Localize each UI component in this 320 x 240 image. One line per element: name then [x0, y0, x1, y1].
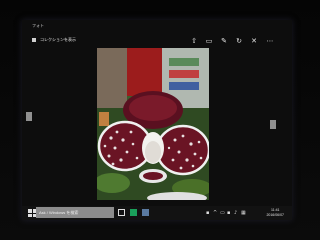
clock[interactable]: 11:41 2016/06/07: [266, 208, 284, 217]
edit-icon[interactable]: ✎: [220, 37, 228, 45]
title-bar: フォト: [22, 20, 292, 34]
volume-icon[interactable]: ♪: [234, 210, 237, 216]
task-view-icon[interactable]: [118, 209, 125, 216]
collection-icon: [32, 38, 36, 42]
search-placeholder: Ask / Windows を検索: [39, 210, 79, 215]
previous-photo-arrow[interactable]: [26, 112, 32, 121]
windows-start-icon[interactable]: [28, 209, 36, 217]
next-photo-arrow[interactable]: [270, 120, 276, 129]
network-icon[interactable]: ▪: [227, 210, 230, 216]
delete-icon[interactable]: ✕: [250, 37, 258, 45]
clock-date: 2016/06/07: [266, 212, 284, 217]
breadcrumb[interactable]: コレクションを表示: [40, 37, 76, 43]
share-icon[interactable]: ⇧: [190, 37, 198, 45]
slideshow-icon[interactable]: ▭: [205, 37, 213, 45]
more-icon[interactable]: ⋯: [266, 37, 274, 45]
window-title: フォト: [32, 23, 44, 28]
taskbar: Ask / Windows を検索 ▪ ^ ▭ ▪ ♪ ▦ 11:41 2016…: [22, 206, 292, 220]
app-taskbar-icon[interactable]: [142, 209, 149, 216]
rotate-icon[interactable]: ↻: [235, 37, 243, 45]
chevron-up-icon[interactable]: ^: [213, 210, 217, 216]
photos-app-taskbar-icon[interactable]: [130, 209, 137, 216]
orchid-photo: [97, 48, 209, 200]
battery-icon[interactable]: ▭: [220, 210, 225, 216]
orchid-image: [97, 48, 209, 200]
keyboard-icon[interactable]: ▦: [241, 210, 246, 216]
search-box[interactable]: Ask / Windows を検索: [36, 207, 114, 218]
photos-app-window: フォト コレクションを表示 ⇧ ▭ ✎ ↻ ✕ ⋯ Ask / Windows …: [22, 20, 292, 220]
notification-icon[interactable]: ▪: [206, 210, 209, 216]
